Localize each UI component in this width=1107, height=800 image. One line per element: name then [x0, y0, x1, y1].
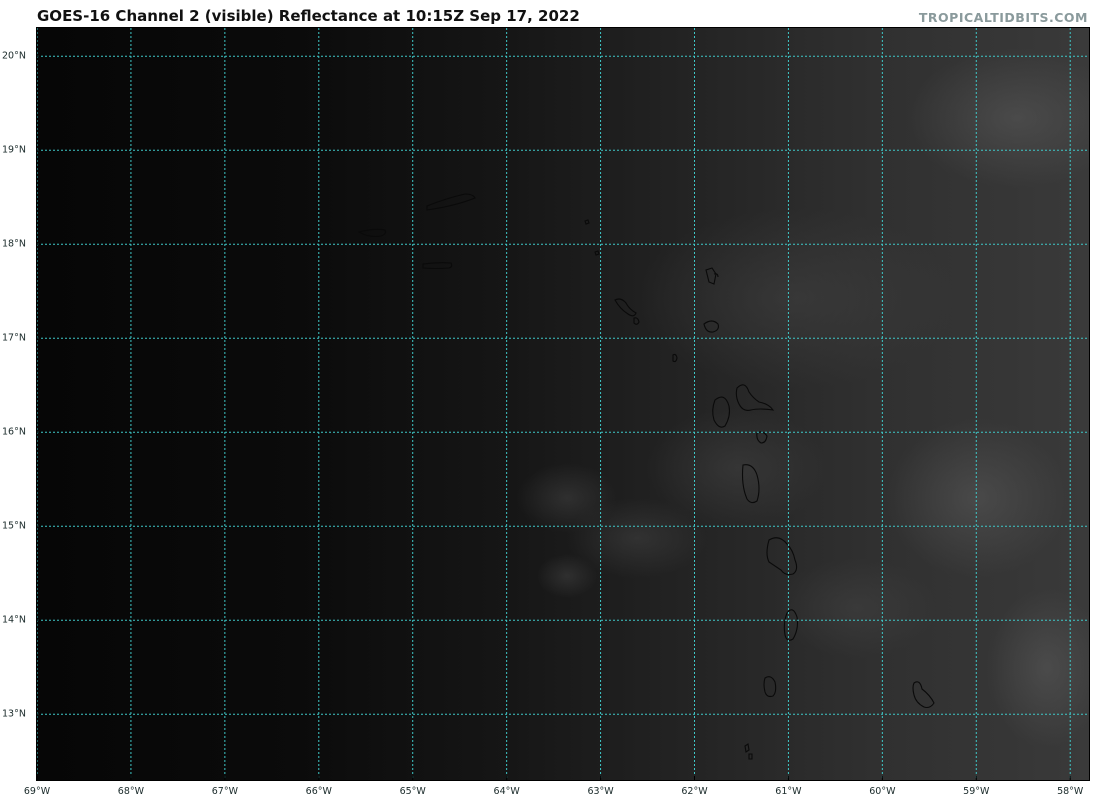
lon-label-60w: 60°W: [869, 786, 896, 797]
map-title: GOES-16 Channel 2 (visible) Reflectance …: [37, 7, 580, 25]
lon-label-63w: 63°W: [587, 786, 614, 797]
lon-label-59w: 59°W: [963, 786, 990, 797]
lon-label-58w: 58°W: [1057, 786, 1084, 797]
lon-label-62w: 62°W: [681, 786, 708, 797]
lon-label-64w: 64°W: [493, 786, 520, 797]
lat-label-14n: 14°N: [2, 614, 26, 626]
satellite-map[interactable]: [36, 27, 1090, 781]
lat-label-20n: 20°N: [2, 50, 26, 62]
lon-label-69w: 69°W: [23, 786, 51, 797]
lon-label-67w: 67°W: [211, 786, 238, 797]
lat-label-15n: 15°N: [2, 520, 26, 532]
lon-label-61w: 61°W: [775, 786, 802, 797]
satellite-imagery: [37, 28, 1089, 780]
lat-label-17n: 17°N: [2, 332, 26, 344]
source-credit: TROPICALTIDBITS.COM: [918, 10, 1088, 25]
lat-label-19n: 19°N: [2, 144, 26, 156]
lon-label-68w: 68°W: [117, 786, 145, 797]
lon-label-65w: 65°W: [399, 786, 426, 797]
lat-label-16n: 16°N: [2, 426, 26, 438]
lat-label-13n: 13°N: [2, 708, 26, 720]
lon-label-66w: 66°W: [305, 786, 332, 797]
lat-label-18n: 18°N: [2, 238, 26, 250]
